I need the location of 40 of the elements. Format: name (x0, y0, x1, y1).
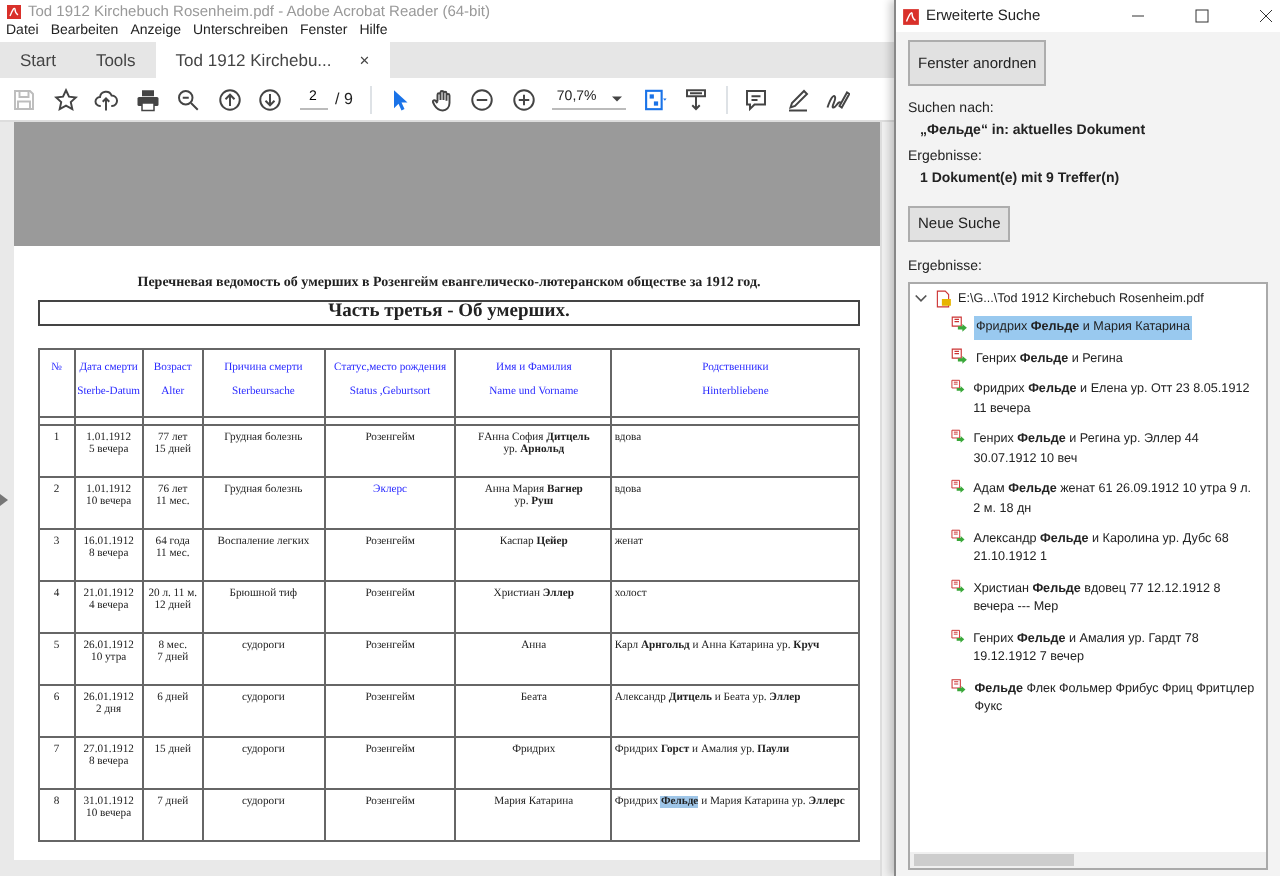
expand-arrow-icon[interactable] (0, 493, 8, 505)
close-button[interactable]: × (359, 47, 370, 73)
arrow-up-circle-icon[interactable] (217, 87, 241, 111)
pointer-icon[interactable] (388, 87, 413, 111)
tab-label: Tod 1912 Kirchebu... (175, 47, 332, 73)
signature-icon[interactable] (826, 87, 851, 111)
star-icon[interactable] (53, 87, 77, 111)
result-page-icon (950, 378, 966, 397)
hand-icon[interactable] (429, 87, 454, 111)
horizontal-scrollbar[interactable] (910, 852, 1266, 868)
part-title: Часть третья - Об умерших. (38, 299, 860, 325)
result-page-icon (950, 316, 968, 335)
close-icon[interactable] (1258, 8, 1274, 24)
result-page-icon (950, 577, 966, 596)
result-page-icon (950, 677, 967, 696)
chevron-down-icon[interactable] (914, 292, 928, 307)
tab[interactable]: Tools (75, 42, 156, 78)
zoom-out-icon[interactable] (470, 87, 495, 111)
zoom-in-icon[interactable] (511, 87, 536, 111)
comment-icon[interactable] (744, 87, 769, 111)
tab[interactable]: Tod 1912 Kirchebu... × (155, 42, 390, 78)
search-icon[interactable] (176, 87, 200, 111)
result-page-icon (950, 347, 968, 366)
scroll-mode-icon[interactable] (684, 87, 709, 111)
printer-icon[interactable] (135, 87, 159, 111)
result-page-icon (950, 627, 966, 646)
result-page-icon (950, 478, 966, 497)
page-layout-icon[interactable] (643, 87, 668, 111)
result-page-icon (950, 428, 966, 447)
arrow-down-circle-icon[interactable] (258, 87, 282, 111)
pen-icon[interactable] (785, 87, 810, 111)
maximize-icon[interactable] (1194, 8, 1210, 24)
pdf-logo-icon (902, 7, 920, 25)
caret-icon (612, 95, 623, 102)
page-total: / 9 (335, 87, 353, 111)
pdf-file-icon (934, 290, 952, 309)
cloud-upload-icon[interactable] (94, 87, 118, 111)
vertical-scrollbar[interactable] (880, 122, 894, 876)
result-page-icon (950, 527, 966, 546)
tab[interactable]: Start (0, 42, 76, 78)
